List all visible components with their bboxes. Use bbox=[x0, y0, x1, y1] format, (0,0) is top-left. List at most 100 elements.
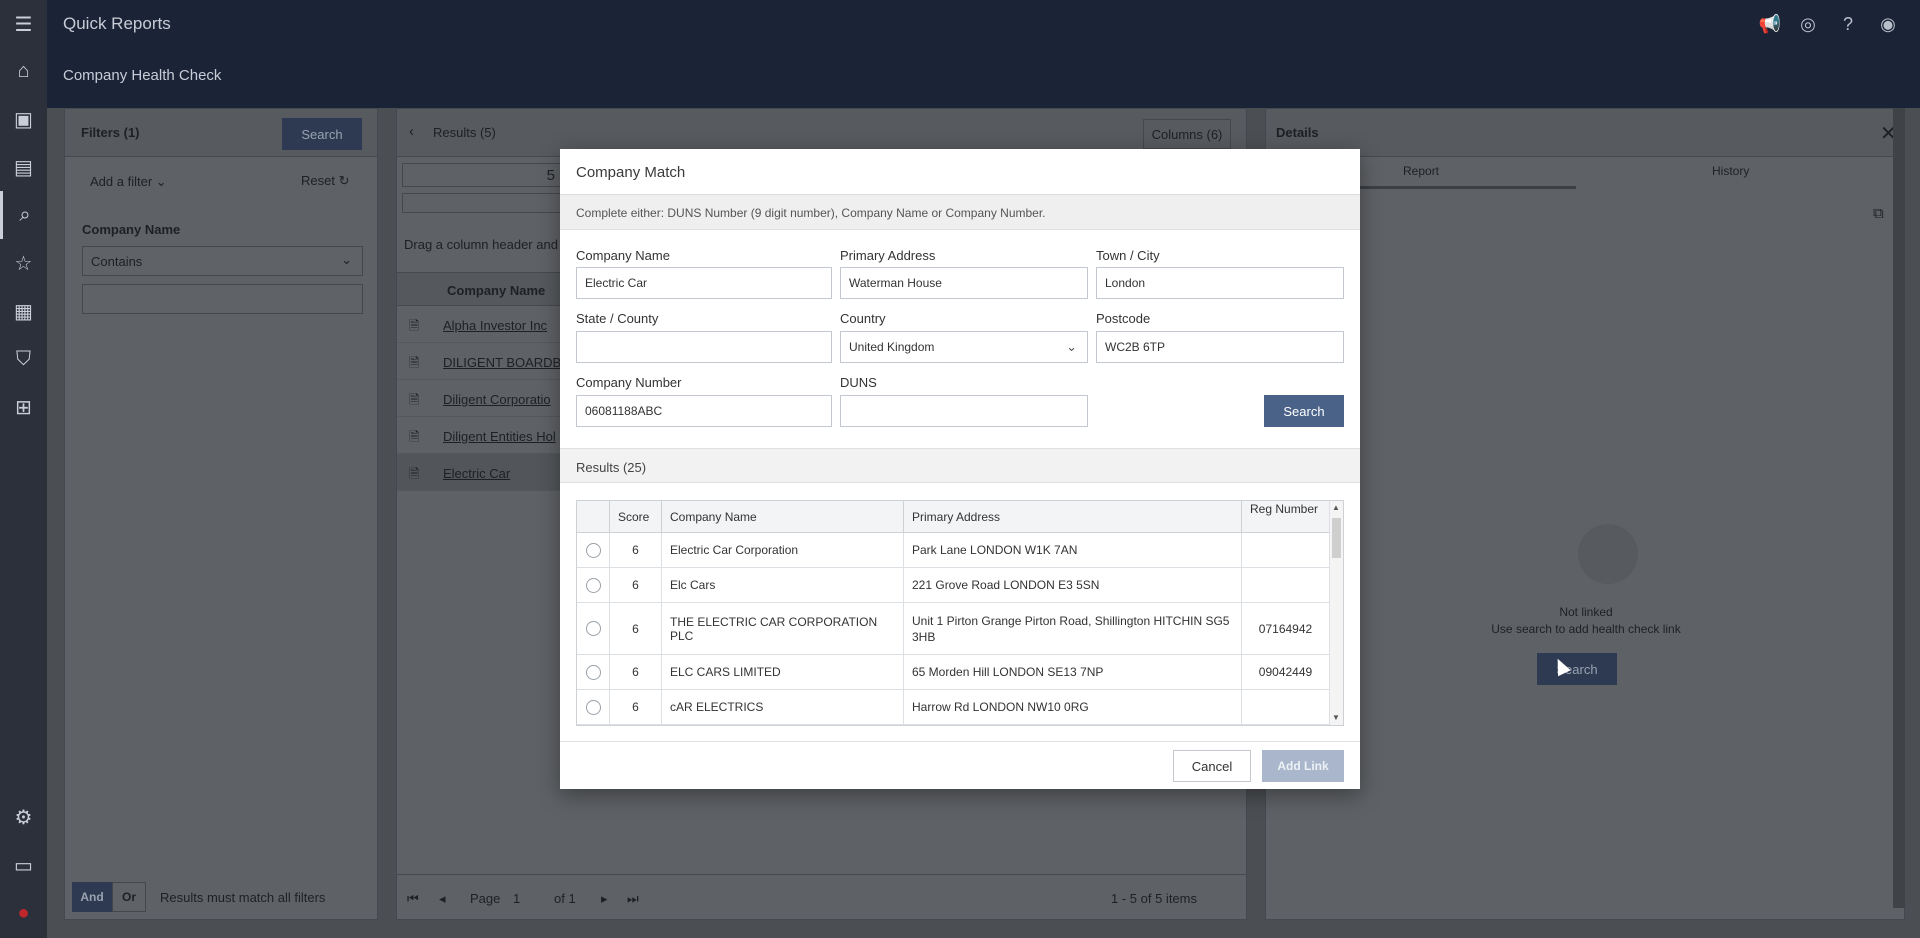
reg-number-cell: 07164942 bbox=[1258, 621, 1313, 636]
row-radio[interactable] bbox=[585, 664, 601, 680]
archive-icon[interactable]: ▭ bbox=[0, 841, 47, 889]
add-link-button[interactable]: Add Link bbox=[1262, 750, 1344, 782]
reg-number-cell bbox=[1242, 568, 1329, 602]
prev-page-icon[interactable]: ◂ bbox=[439, 891, 446, 907]
company-link[interactable]: DILIGENT BOARDBO bbox=[443, 355, 571, 370]
town-input[interactable] bbox=[1096, 267, 1344, 299]
company-number-label: Company Number bbox=[576, 375, 682, 390]
or-button[interactable]: Or bbox=[112, 882, 146, 912]
home-icon[interactable]: ⌂ bbox=[0, 47, 47, 95]
company-name-column[interactable]: Company Name bbox=[447, 283, 545, 298]
add-filter-dropdown[interactable]: Add a filter ⌄ bbox=[90, 174, 167, 190]
select-column-header bbox=[577, 501, 610, 533]
shield-icon[interactable]: ⛉ bbox=[0, 335, 47, 383]
table-row[interactable]: 6 cAR ELECTRICS Harrow Rd LONDON NW10 0R… bbox=[577, 690, 1329, 725]
company-name-input[interactable] bbox=[576, 267, 832, 299]
columns-button[interactable]: Columns (6) bbox=[1143, 119, 1231, 149]
page-label: Page bbox=[470, 891, 501, 906]
tab-history[interactable]: History bbox=[1712, 164, 1749, 178]
document-icon: 🗎 bbox=[409, 392, 420, 407]
company-name-column-header[interactable]: Company Name bbox=[662, 501, 904, 533]
state-input[interactable] bbox=[576, 331, 832, 363]
company-link[interactable]: Electric Car bbox=[443, 466, 510, 481]
settings-circle-icon[interactable]: ◎ bbox=[1795, 11, 1821, 37]
document-icon: 🗎 bbox=[409, 355, 420, 370]
tab-report[interactable]: Report bbox=[1403, 164, 1439, 178]
company-link[interactable]: Diligent Entities Hol bbox=[443, 429, 556, 444]
company-link[interactable]: Alpha Investor Inc bbox=[443, 318, 547, 333]
scrollbar-thumb[interactable] bbox=[1332, 518, 1341, 558]
chevron-down-icon: ⌄ bbox=[1066, 339, 1077, 354]
page-number[interactable]: 1 bbox=[513, 891, 520, 906]
table-row[interactable]: 6 ELC CARS LIMITED 65 Morden Hill LONDON… bbox=[577, 655, 1329, 690]
row-radio[interactable] bbox=[585, 699, 601, 715]
partial-input[interactable] bbox=[402, 193, 562, 213]
next-page-icon[interactable]: ▸ bbox=[601, 891, 608, 907]
row-radio[interactable] bbox=[585, 542, 601, 558]
left-rail: ☰ ⌂ ▣ ▤ ⌕ ☆ ▦ ⛉ ⊞ ⚙ ▭ ● bbox=[0, 0, 47, 938]
details-search-button[interactable]: Search bbox=[1537, 653, 1617, 685]
last-page-icon[interactable]: ⏭ bbox=[627, 891, 639, 907]
calendar-icon[interactable]: ▦ bbox=[0, 287, 47, 335]
condition-value: Contains bbox=[91, 254, 143, 269]
table-row[interactable]: 6 THE ELECTRIC CAR CORPORATION PLC Unit … bbox=[577, 603, 1329, 655]
reset-label: Reset bbox=[301, 173, 335, 188]
duns-label: DUNS bbox=[840, 375, 877, 390]
help-icon[interactable]: ? bbox=[1835, 11, 1861, 37]
not-linked-text: Not linked bbox=[1559, 605, 1613, 619]
page-scrollbar[interactable] bbox=[1893, 108, 1905, 908]
settings-icon[interactable]: ⚙ bbox=[0, 793, 47, 841]
town-label: Town / City bbox=[1096, 248, 1160, 263]
contacts-icon[interactable]: ▣ bbox=[0, 95, 47, 143]
table-row[interactable]: 6 Electric Car Corporation Park Lane LON… bbox=[577, 533, 1329, 568]
table-header: Score Company Name Primary Address Reg N… bbox=[577, 501, 1329, 533]
page-total: of 1 bbox=[554, 891, 576, 906]
company-number-input[interactable] bbox=[576, 395, 832, 427]
star-icon[interactable]: ☆ bbox=[0, 239, 47, 287]
filters-search-button[interactable]: Search bbox=[282, 118, 362, 150]
menu-icon[interactable]: ☰ bbox=[0, 0, 47, 48]
cancel-button[interactable]: Cancel bbox=[1173, 750, 1251, 782]
chevron-down-icon: ⌄ bbox=[155, 174, 167, 189]
company-name-filter-input[interactable] bbox=[82, 284, 363, 314]
address-cell: Park Lane LONDON W1K 7AN bbox=[904, 533, 1242, 567]
table-scrollbar[interactable]: ▲ ▼ bbox=[1329, 501, 1343, 725]
megaphone-icon[interactable]: 📢 bbox=[1757, 11, 1783, 37]
match-search-button[interactable]: Search bbox=[1264, 395, 1344, 427]
layout-icon[interactable]: ▤ bbox=[0, 143, 47, 191]
dialog-title: Company Match bbox=[576, 164, 686, 181]
external-link-icon[interactable]: ⧉ bbox=[1873, 205, 1884, 222]
brand-logo-icon[interactable]: ● bbox=[0, 889, 47, 937]
duns-input[interactable] bbox=[840, 395, 1088, 427]
row-radio[interactable] bbox=[585, 577, 601, 593]
back-chevron-icon[interactable]: ‹ bbox=[409, 123, 414, 140]
refresh-icon: ↻ bbox=[338, 173, 350, 188]
scroll-up-icon[interactable]: ▲ bbox=[1332, 503, 1340, 512]
score-column-header[interactable]: Score bbox=[610, 501, 662, 533]
document-icon: 🗎 bbox=[409, 429, 420, 444]
country-select[interactable]: United Kingdom ⌄ bbox=[840, 331, 1088, 363]
company-name-label: Company Name bbox=[576, 248, 670, 263]
org-chart-icon[interactable]: ⊞ bbox=[0, 383, 47, 431]
score-cell: 6 bbox=[610, 690, 662, 724]
dialog-header: Company Match bbox=[560, 149, 1360, 195]
reg-number-column-header[interactable]: Reg Number bbox=[1242, 501, 1329, 533]
score-cell: 6 bbox=[610, 603, 662, 654]
company-link[interactable]: Diligent Corporatio bbox=[443, 392, 551, 407]
table-row[interactable]: 6 Elc Cars 221 Grove Road LONDON E3 5SN bbox=[577, 568, 1329, 603]
details-panel: Details ✕ Report History ⧉ Not linked Us… bbox=[1265, 108, 1905, 920]
and-button[interactable]: And bbox=[72, 882, 112, 912]
primary-address-input[interactable] bbox=[840, 267, 1088, 299]
first-page-icon[interactable]: ⏮ bbox=[407, 891, 419, 907]
reset-button[interactable]: Reset ↻ bbox=[301, 173, 350, 189]
postcode-input[interactable] bbox=[1096, 331, 1344, 363]
user-icon[interactable]: ◉ bbox=[1875, 11, 1901, 37]
primary-address-column-header[interactable]: Primary Address bbox=[904, 501, 1242, 533]
search-icon[interactable]: ⌕ bbox=[0, 191, 47, 239]
score-cell: 6 bbox=[610, 568, 662, 602]
country-value: United Kingdom bbox=[849, 340, 935, 354]
scroll-down-icon[interactable]: ▼ bbox=[1332, 713, 1340, 722]
row-radio[interactable] bbox=[585, 621, 601, 636]
address-cell: 221 Grove Road LONDON E3 5SN bbox=[904, 568, 1242, 602]
condition-select[interactable]: Contains ⌄ bbox=[82, 246, 363, 276]
